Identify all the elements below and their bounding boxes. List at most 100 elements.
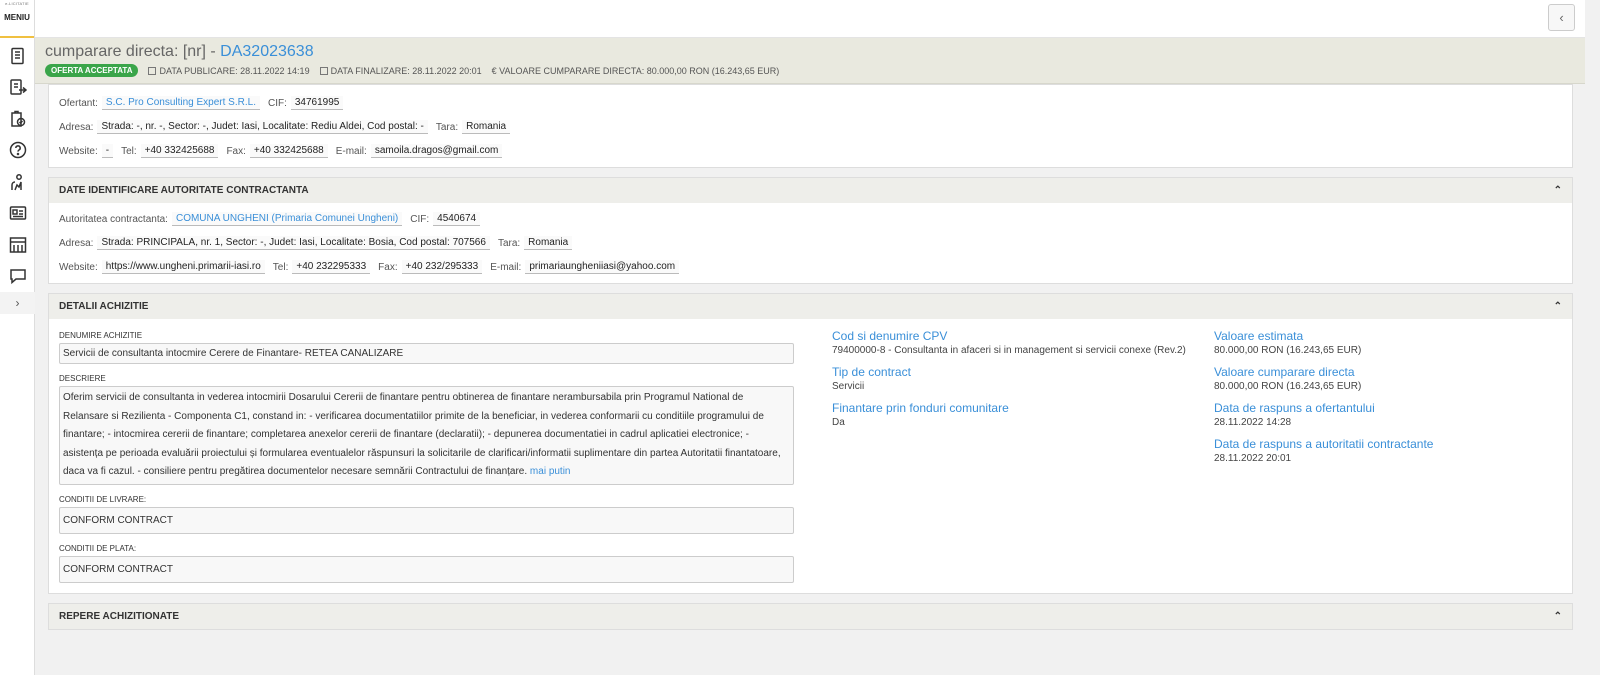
less-link[interactable]: mai putin [530, 466, 571, 477]
descriere-field: Oferim servicii de consultanta in vedere… [59, 386, 794, 485]
eu-funds-title: Finantare prin fonduri comunitare [832, 401, 1009, 415]
contract-type-value: Servicii [832, 381, 865, 392]
adresa-label: Adresa: [59, 121, 94, 133]
contract-type-title: Tip de contract [832, 365, 911, 379]
details-panel-header[interactable]: DETALII ACHIZITIE ⌃ [49, 294, 1572, 319]
descriere-label: DESCRIERE [59, 374, 106, 383]
collapse-button[interactable]: ‹ [1548, 4, 1575, 31]
authority-link[interactable]: COMUNA UNGHENI (Primaria Comunei Ungheni… [171, 212, 403, 226]
tara-label: Tara: [497, 237, 521, 249]
fax-value: +40 232/295333 [401, 260, 483, 274]
ofertant-contact-row: Website: - Tel: +40 332425688 Fax: +40 3… [49, 139, 1572, 163]
title-prefix: cumparare directa: [nr] - [45, 43, 221, 60]
finalize-date: DATA FINALIZARE: 28.11.2022 20:01 [319, 65, 482, 76]
authority-contact-row: Website: https://www.ungheni.primarii-ia… [49, 255, 1572, 279]
tel-value: +40 232295333 [292, 260, 371, 274]
ofertant-address-row: Adresa: Strada: -, nr. -, Sector: -, Jud… [49, 115, 1572, 139]
expand-nav-button[interactable]: › [0, 292, 35, 314]
header-meta: OFERTA ACCEPTATA DATA PUBLICARE: 28.11.2… [45, 64, 1575, 77]
fax-value: +40 332425688 [249, 144, 328, 158]
tel-value: +40 332425688 [140, 144, 219, 158]
chevron-up-icon[interactable]: ⌃ [1554, 611, 1562, 622]
fax-label: Fax: [378, 261, 398, 273]
procurement-code[interactable]: DA32023638 [220, 43, 313, 60]
person-tree-icon[interactable] [0, 166, 35, 198]
building-icon[interactable] [0, 229, 35, 261]
items-panel-header[interactable]: REPERE ACHIZITIONATE ⌃ [49, 603, 1572, 629]
ofertant-panel: Ofertant: S.C. Pro Consulting Expert S.R… [48, 84, 1573, 168]
cif-value: 4540674 [433, 212, 481, 226]
page-title: cumparare directa: [nr] - DA32023638 [45, 43, 1575, 61]
authority-panel-header[interactable]: DATE IDENTIFICARE AUTORITATE CONTRACTANT… [49, 178, 1572, 203]
adresa-value: Strada: -, nr. -, Sector: -, Judet: Iasi… [97, 120, 428, 134]
authority-label: Autoritatea contractanta: [59, 213, 168, 225]
bidder-response-title: Data de raspuns a ofertantului [1214, 401, 1375, 415]
purchase-value-title: Valoare cumparare directa [1214, 365, 1355, 379]
export-icon[interactable] [0, 72, 35, 104]
publish-date: DATA PUBLICARE: 28.11.2022 14:19 [148, 65, 310, 76]
email-value: primariaungheniiasi@yahoo.com [525, 260, 680, 274]
details-panel: DETALII ACHIZITIE ⌃ DENUMIRE ACHIZITIE S… [48, 293, 1573, 594]
fax-label: Fax: [226, 145, 246, 157]
authority-address-row: Adresa: Strada: PRINCIPALA, nr. 1, Secto… [49, 231, 1572, 255]
menu-label: MENIU [4, 13, 30, 22]
estimated-value-title: Valoare estimata [1214, 329, 1304, 343]
plata-field: CONFORM CONTRACT [59, 555, 794, 583]
authority-response-date: 28.11.2022 20:01 [1214, 453, 1292, 464]
procurement-header: cumparare directa: [nr] - DA32023638 OFE… [35, 38, 1585, 84]
menu-brand[interactable]: e-LICITATIE MENIU [0, 0, 34, 38]
chat-icon[interactable] [0, 261, 35, 293]
ofertant-label: Ofertant: [59, 97, 98, 109]
items-panel-title: REPERE ACHIZITIONATE [59, 610, 180, 622]
website-value: https://www.ungheni.primarii-iasi.ro [101, 260, 265, 274]
tara-value: Romania [524, 236, 573, 250]
purchase-value: 80.000,00 RON (16.243,65 EUR) [1214, 381, 1362, 392]
chevron-up-icon[interactable]: ⌃ [1554, 185, 1562, 196]
authority-panel-title: DATE IDENTIFICARE AUTORITATE CONTRACTANT… [59, 185, 309, 196]
adresa-label: Adresa: [59, 237, 94, 249]
details-right-column: Valoare estimata 80.000,00 RON (16.243,6… [1214, 325, 1544, 583]
details-panel-title: DETALII ACHIZITIE [59, 301, 149, 312]
descriere-text: Oferim servicii de consultanta in vedere… [63, 392, 781, 477]
bidder-response-date: 28.11.2022 14:28 [1214, 417, 1292, 428]
authority-panel: DATE IDENTIFICARE AUTORITATE CONTRACTANT… [48, 177, 1573, 284]
clipboard-check-icon[interactable] [0, 103, 35, 135]
tel-label: Tel: [272, 261, 289, 273]
email-value: samoila.dragos@gmail.com [370, 144, 503, 158]
email-label: E-mail: [335, 145, 367, 157]
document-icon[interactable] [0, 40, 35, 72]
finalize-date-text: DATA FINALIZARE: 28.11.2022 20:01 [330, 65, 482, 76]
ofertant-link[interactable]: S.C. Pro Consulting Expert S.R.L. [101, 96, 260, 110]
eu-funds-value: Da [832, 417, 845, 428]
direct-purchase-value: € VALOARE CUMPARARE DIRECTA: 80.000,00 R… [491, 65, 780, 76]
calendar-icon [148, 66, 157, 75]
authority-row: Autoritatea contractanta: COMUNA UNGHENI… [49, 207, 1572, 231]
main-content: Ofertant: S.C. Pro Consulting Expert S.R… [48, 84, 1573, 639]
calendar-icon [319, 66, 328, 75]
denumire-label: DENUMIRE ACHIZITIE [59, 331, 143, 340]
website-label: Website: [59, 145, 98, 157]
status-badge: OFERTA ACCEPTATA [45, 64, 139, 77]
id-card-icon[interactable] [0, 198, 35, 230]
tara-value: Romania [462, 120, 511, 134]
ofertant-row: Ofertant: S.C. Pro Consulting Expert S.R… [49, 91, 1572, 115]
email-label: E-mail: [490, 261, 522, 273]
help-icon[interactable] [0, 135, 35, 167]
chevron-up-icon[interactable]: ⌃ [1554, 301, 1562, 312]
nav-rail: e-LICITATIE MENIU › [0, 0, 35, 675]
estimated-value: 80.000,00 RON (16.243,65 EUR) [1214, 345, 1362, 356]
cif-value: 34761995 [290, 96, 344, 110]
top-bar: ‹ [35, 0, 1585, 38]
details-body: DENUMIRE ACHIZITIE Servicii de consultan… [49, 319, 1572, 593]
denumire-field: Servicii de consultanta intocmire Cerere… [59, 343, 794, 364]
publish-date-text: DATA PUBLICARE: 28.11.2022 14:19 [159, 65, 310, 76]
details-middle-column: Cod si denumire CPV 79400000-8 - Consult… [832, 325, 1214, 583]
adresa-value: Strada: PRINCIPALA, nr. 1, Sector: -, Ju… [97, 236, 490, 250]
details-left-column: DENUMIRE ACHIZITIE Servicii de consultan… [59, 325, 794, 583]
items-panel: REPERE ACHIZITIONATE ⌃ [48, 602, 1573, 630]
tel-label: Tel: [121, 145, 137, 157]
website-value: - [101, 144, 114, 158]
plata-label: CONDITII DE PLATA: [59, 543, 137, 553]
authority-response-title: Data de raspuns a autoritatii contractan… [1214, 437, 1434, 451]
livrare-label: CONDITII DE LIVRARE: [59, 494, 147, 504]
